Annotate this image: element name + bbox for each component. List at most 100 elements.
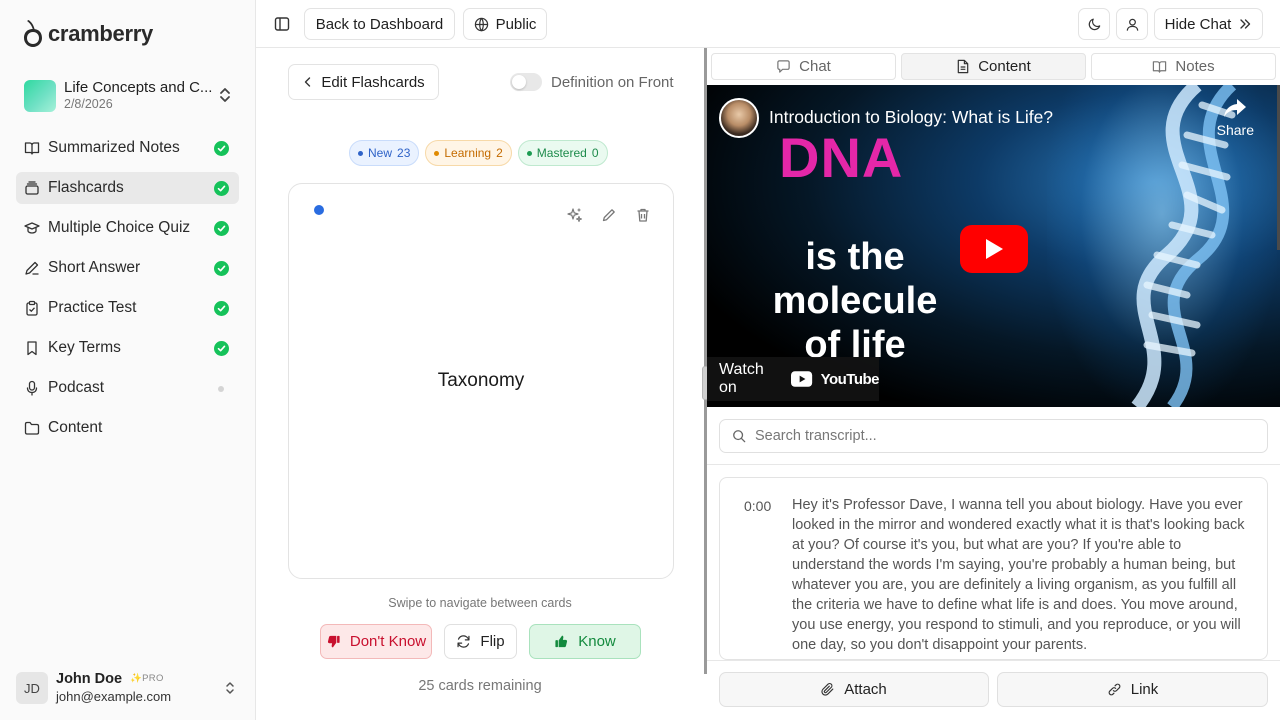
- video-player[interactable]: Introduction to Biology: What is Life? S…: [707, 85, 1280, 407]
- visibility-button[interactable]: Public: [463, 8, 547, 40]
- sidebar-item-label: Content: [48, 419, 103, 436]
- search-input[interactable]: [755, 428, 1235, 444]
- attach-label: Attach: [844, 681, 887, 698]
- toggle-sidebar-button[interactable]: [267, 9, 297, 39]
- swipe-hint: Swipe to navigate between cards: [388, 596, 572, 610]
- chevrons-up-down-icon: [220, 88, 230, 102]
- brand-logo[interactable]: cramberry: [22, 20, 153, 48]
- definition-on-front-label: Definition on Front: [551, 74, 674, 91]
- folder-icon: [24, 420, 40, 436]
- attach-button[interactable]: Attach: [719, 672, 989, 707]
- sidebar-item-summarized-notes[interactable]: Summarized Notes: [16, 132, 239, 164]
- status-badge-mastered[interactable]: Mastered 0: [517, 140, 608, 166]
- divider: [707, 464, 1280, 465]
- status-badge-new[interactable]: New 23: [349, 140, 420, 166]
- timestamp[interactable]: 0:00: [744, 498, 771, 514]
- sidebar-item-practice-test[interactable]: Practice Test: [16, 292, 239, 324]
- share-button[interactable]: Share: [1217, 97, 1254, 138]
- watch-on-label: Watch on: [719, 361, 764, 396]
- sidebar-item-label: Summarized Notes: [48, 139, 180, 156]
- completed-check-icon: [214, 141, 229, 156]
- globe-icon: [474, 17, 488, 31]
- tab-label: Chat: [799, 58, 831, 75]
- top-bar: Back to Dashboard Public Hide Chat: [256, 0, 1280, 48]
- project-title: Life Concepts and C...: [64, 79, 213, 96]
- watch-on-youtube-button[interactable]: Watch on YouTube: [707, 357, 880, 401]
- flip-button[interactable]: Flip: [444, 624, 517, 659]
- badge-dot: [358, 150, 363, 156]
- dont-know-label: Don't Know: [349, 633, 427, 650]
- know-label: Know: [578, 633, 616, 650]
- sparkles-icon[interactable]: [567, 207, 583, 223]
- link-icon: [1108, 683, 1121, 696]
- dont-know-button[interactable]: Don't Know: [320, 624, 432, 659]
- definition-on-front-toggle[interactable]: [510, 73, 542, 91]
- sidebar-item-podcast[interactable]: Podcast: [16, 372, 239, 404]
- channel-avatar[interactable]: [719, 98, 759, 138]
- badge-count: 23: [397, 146, 411, 160]
- sidebar-item-multiple-choice-quiz[interactable]: Multiple Choice Quiz: [16, 212, 239, 244]
- flashcard[interactable]: Taxonomy: [288, 183, 674, 579]
- sidebar-item-flashcards[interactable]: Flashcards: [16, 172, 239, 204]
- divider: [707, 660, 1280, 661]
- avatar: JD: [16, 672, 48, 704]
- sidebar-item-content[interactable]: Content: [16, 412, 239, 444]
- panel-left-icon: [274, 17, 290, 31]
- edit-flashcards-label: Edit Flashcards: [321, 73, 425, 91]
- brand-name: cramberry: [48, 21, 153, 46]
- user-menu[interactable]: JD John Doe ✨PRO john@example.com: [16, 670, 240, 706]
- project-date: 2/8/2026: [64, 97, 113, 111]
- pencil-line-icon: [24, 260, 40, 276]
- sidebar-item-label: Podcast: [48, 379, 105, 396]
- card-term: Taxonomy: [437, 370, 525, 391]
- cramberry-logo-icon: [24, 20, 42, 47]
- paperclip-icon: [821, 682, 834, 696]
- share-label: Share: [1216, 122, 1254, 138]
- share-icon: [1224, 99, 1247, 117]
- play-button[interactable]: [960, 225, 1028, 273]
- status-badge-learning[interactable]: Learning 2: [425, 140, 512, 166]
- flip-label: Flip: [480, 633, 505, 650]
- theme-toggle-button[interactable]: [1078, 8, 1110, 40]
- sidebar-item-key-terms[interactable]: Key Terms: [16, 332, 239, 364]
- flashcards-panel: Edit Flashcards Definition on Front New …: [256, 48, 704, 720]
- project-switcher[interactable]: Life Concepts and C... 2/8/2026: [24, 78, 236, 114]
- sidebar-item-short-answer[interactable]: Short Answer: [16, 252, 239, 284]
- tab-content[interactable]: Content: [901, 53, 1086, 80]
- cards-remaining: 25 cards remaining: [418, 678, 542, 694]
- account-button[interactable]: [1116, 8, 1148, 40]
- tab-chat[interactable]: Chat: [711, 53, 896, 80]
- plan-label: PRO: [142, 673, 164, 684]
- clipboard-check-icon: [24, 300, 40, 316]
- transcript-text: Hey it's Professor Dave, I wanna tell yo…: [792, 497, 1245, 653]
- thumbs-down-icon: [327, 635, 340, 648]
- hide-chat-label: Hide Chat: [1164, 15, 1232, 33]
- sidebar-item-label: Short Answer: [48, 259, 141, 276]
- card-status-dot: [314, 205, 324, 215]
- refresh-icon: [457, 635, 470, 648]
- badge-label: Mastered: [536, 146, 587, 160]
- transcript-search[interactable]: [719, 419, 1268, 453]
- project-thumbnail: [24, 80, 56, 112]
- card-tools: [567, 207, 651, 223]
- badge-dot: [434, 150, 440, 156]
- bookmark-icon: [24, 340, 40, 356]
- user-name: John Doe: [56, 671, 123, 687]
- search-icon: [733, 430, 746, 443]
- back-to-dashboard-button[interactable]: Back to Dashboard: [304, 8, 455, 40]
- book-open-icon: [24, 140, 40, 156]
- hide-chat-button[interactable]: Hide Chat: [1154, 8, 1263, 40]
- edit-flashcards-button[interactable]: Edit Flashcards: [288, 64, 439, 100]
- completed-check-icon: [214, 341, 229, 356]
- pencil-icon[interactable]: [601, 207, 617, 223]
- thumbnail-line: molecule: [772, 280, 938, 322]
- completed-check-icon: [214, 181, 229, 196]
- trash-icon[interactable]: [635, 207, 651, 223]
- chevron-left-icon: [305, 77, 311, 87]
- tab-notes[interactable]: Notes: [1091, 53, 1276, 80]
- thumbnail-line: is the: [805, 236, 905, 278]
- transcript-segment[interactable]: 0:00 Hey it's Professor Dave, I wanna te…: [719, 477, 1268, 660]
- completed-check-icon: [214, 301, 229, 316]
- link-button[interactable]: Link: [997, 672, 1268, 707]
- know-button[interactable]: Know: [529, 624, 641, 659]
